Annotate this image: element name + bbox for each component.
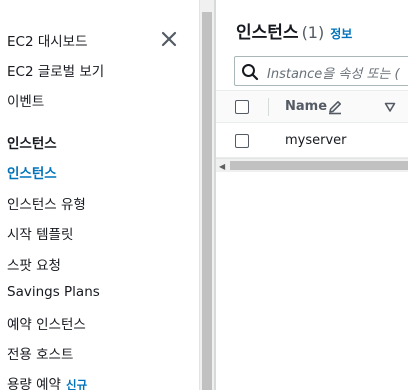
row-checkbox[interactable] [235,134,249,148]
sidebar-item-events[interactable]: 이벤트 [7,90,44,110]
main-content: 인스턴스 (1) 정보 Instance을 속성 또는 ( Name myserve… [216,0,408,390]
sidebar-item-launch-templates[interactable]: 시작 템플릿 [7,223,73,243]
sidebar-item-capacity-reservations[interactable]: 용량 예약 신규 [7,373,87,390]
sidebar-item-instances[interactable]: 인스턴스 [7,162,57,182]
scroll-left-icon[interactable]: ◀ [219,162,225,171]
column-header-name[interactable]: Name [285,99,327,114]
search-icon [242,64,259,81]
sidebar-item-savings-plans[interactable]: Savings Plans [7,284,100,300]
column-separator [268,98,269,116]
sidebar-item-reserved-instances[interactable]: 예약 인스턴스 [7,313,86,333]
info-link[interactable]: 정보 [330,27,352,41]
instance-count: (1) [301,23,325,42]
sidebar-section-instances: 인스턴스 [7,136,57,152]
search-placeholder: Instance을 속성 또는 ( [267,67,400,82]
sidebar-item-dedicated-hosts[interactable]: 전용 호스트 [7,343,73,363]
sidebar-item-ec2-dashboard[interactable]: EC2 대시보드 [7,30,88,50]
edit-icon[interactable] [327,99,343,115]
page-header: 인스턴스 (1) 정보 [236,18,352,43]
sidebar-scrollbar[interactable] [199,0,214,390]
sidebar-item-spot-requests[interactable]: 스팟 요청 [7,254,61,274]
table-horizontal-scrollbar[interactable]: ◀ [216,158,408,172]
table-row[interactable]: myserver [216,124,408,158]
scrollbar-thumb[interactable] [202,12,212,390]
sidebar-item-ec2-global-view[interactable]: EC2 글로벌 보기 [7,60,104,80]
instance-name-cell: myserver [285,133,347,148]
search-input[interactable]: Instance을 속성 또는 ( [234,56,408,86]
select-all-checkbox[interactable] [235,100,249,114]
sidebar-item-label: 용량 예약 [7,377,61,390]
new-badge: 신규 [65,378,88,390]
sidebar: EC2 대시보드 EC2 글로벌 보기 이벤트 인스턴스 인스턴스 인스턴스 유… [0,0,199,390]
scrollbar-thumb[interactable] [230,161,408,170]
page-title: 인스턴스 [236,23,299,43]
sort-descending-icon[interactable] [384,101,396,113]
table-header: Name [216,91,408,123]
close-icon[interactable] [158,28,180,50]
sidebar-item-instance-types[interactable]: 인스턴스 유형 [7,193,86,213]
